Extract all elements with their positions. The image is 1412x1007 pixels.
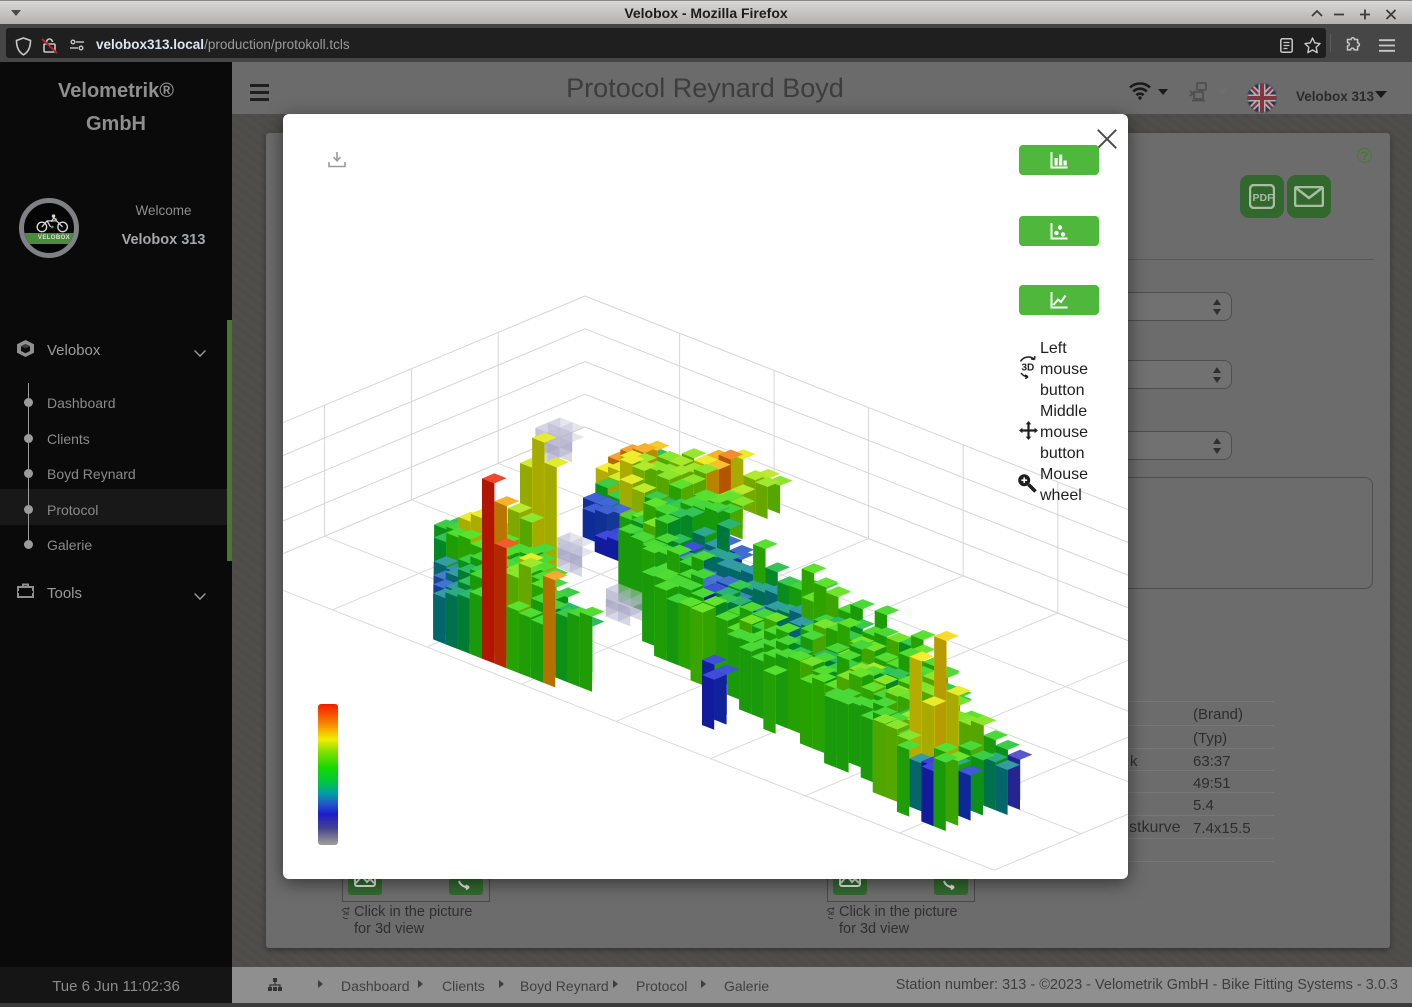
svg-text:3d: 3d: [343, 911, 349, 917]
svg-text:3D: 3D: [1022, 363, 1035, 374]
svg-text:PDF: PDF: [1253, 192, 1275, 204]
svg-text:3d: 3d: [828, 911, 834, 917]
